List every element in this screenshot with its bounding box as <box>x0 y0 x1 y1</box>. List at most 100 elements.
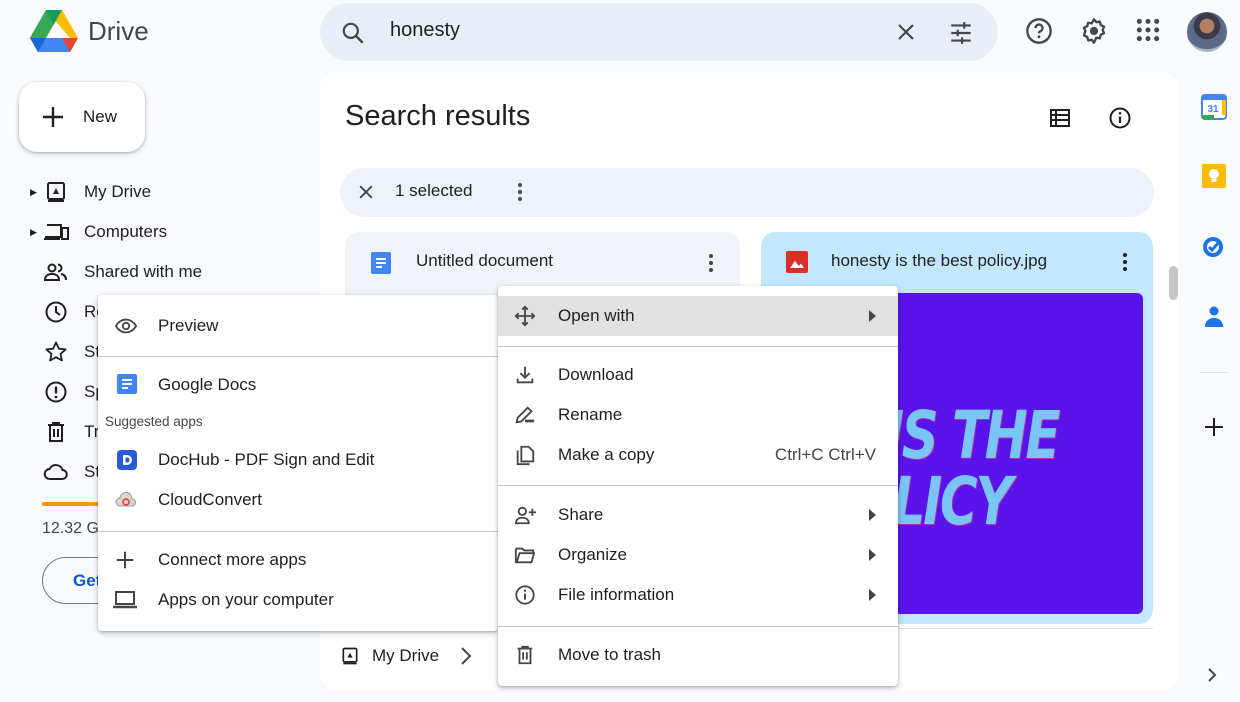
tasks-icon[interactable] <box>1201 233 1227 259</box>
svg-text:31: 31 <box>1207 104 1219 115</box>
search-input[interactable] <box>390 19 790 42</box>
divider <box>1200 372 1228 373</box>
menu-item-download[interactable]: Download <box>498 355 898 395</box>
menu-item-cloudconvert[interactable]: CloudConvert <box>98 480 498 520</box>
expand-caret-icon[interactable]: ▶ <box>30 227 40 238</box>
star-icon <box>45 341 67 362</box>
search-icon[interactable] <box>340 20 366 46</box>
file-more-icon[interactable] <box>1115 251 1135 273</box>
image-file-icon <box>786 251 808 273</box>
menu-item-make-a-copy[interactable]: Make a copy Ctrl+C Ctrl+V <box>498 435 898 475</box>
submenu-arrow-icon <box>869 509 876 521</box>
dochub-icon <box>117 450 137 470</box>
menu-item-preview[interactable]: Preview <box>98 306 498 346</box>
recent-icon <box>45 301 67 323</box>
sidebar-item-starred[interactable]: St <box>30 334 100 370</box>
contacts-icon[interactable] <box>1201 303 1227 329</box>
menu-item-open-with[interactable]: Open with <box>498 296 898 336</box>
new-button[interactable]: New <box>19 82 145 152</box>
trash-icon <box>48 422 64 442</box>
menu-item-move-to-trash[interactable]: Move to trash <box>498 635 898 675</box>
laptop-icon <box>113 591 137 609</box>
sidebar-item-trash[interactable]: Tr <box>30 414 99 450</box>
my-drive-icon <box>47 182 65 202</box>
cloudconvert-icon <box>115 492 136 507</box>
clear-search-icon[interactable] <box>894 20 918 44</box>
file-context-menu: Open with Download Rename Make a copy Ct… <box>498 286 898 686</box>
new-button-label: New <box>83 107 118 126</box>
menu-item-file-information[interactable]: File information <box>498 575 898 615</box>
share-person-add-icon <box>514 506 537 525</box>
eye-icon <box>114 318 138 334</box>
menu-item-apps-on-computer[interactable]: Apps on your computer <box>98 580 498 620</box>
account-avatar[interactable] <box>1187 12 1227 52</box>
keep-icon[interactable] <box>1201 163 1227 189</box>
search-options-icon[interactable] <box>948 20 974 46</box>
submenu-arrow-icon <box>869 549 876 561</box>
google-docs-icon <box>117 374 137 394</box>
menu-item-share[interactable]: Share <box>498 495 898 535</box>
storage-usage-text: 12.32 G <box>42 520 99 537</box>
file-location[interactable]: My Drive <box>340 646 473 666</box>
details-info-icon[interactable] <box>1108 106 1132 130</box>
selection-count: 1 selected <box>395 181 473 200</box>
menu-item-rename[interactable]: Rename <box>498 395 898 435</box>
sidebar-item-storage[interactable]: St <box>30 454 100 490</box>
file-name: honesty is the best policy.jpg <box>831 251 1048 270</box>
spam-icon <box>45 381 67 403</box>
clear-selection-icon[interactable] <box>356 182 376 202</box>
drive-logo[interactable]: Drive <box>30 10 149 52</box>
page-title: Search results <box>345 100 531 132</box>
expand-caret-icon[interactable]: ▶ <box>30 187 40 198</box>
menu-separator <box>498 485 898 486</box>
submenu-arrow-icon <box>869 589 876 601</box>
sidebar-item-my-drive[interactable]: ▶ My Drive <box>30 174 151 210</box>
open-with-icon <box>514 305 536 327</box>
help-icon[interactable] <box>1025 17 1053 45</box>
calendar-icon[interactable]: 31 <box>1201 94 1227 120</box>
list-view-icon[interactable] <box>1048 106 1072 130</box>
file-name: Untitled document <box>416 251 554 270</box>
submenu-arrow-icon <box>869 310 876 322</box>
add-addon-icon[interactable] <box>1201 414 1227 440</box>
copy-icon <box>516 445 535 466</box>
menu-item-connect-more-apps[interactable]: Connect more apps <box>98 540 498 580</box>
trash-icon <box>517 645 533 665</box>
search-bar[interactable] <box>320 3 998 61</box>
menu-separator <box>98 356 498 357</box>
cloud-icon <box>43 464 68 480</box>
menu-separator <box>498 346 898 347</box>
chevron-right-icon <box>461 647 472 665</box>
apps-grid-icon[interactable] <box>1135 17 1161 43</box>
rename-icon <box>515 406 535 424</box>
sidebar-item-shared-with-me[interactable]: Shared with me <box>30 254 202 290</box>
keyboard-shortcut: Ctrl+C Ctrl+V <box>774 445 876 464</box>
selection-bar: 1 selected <box>340 168 1154 217</box>
shared-icon <box>43 263 67 281</box>
folder-open-icon <box>514 547 536 564</box>
download-icon <box>516 366 534 384</box>
more-actions-icon[interactable] <box>510 181 530 203</box>
scrollbar[interactable] <box>1169 266 1178 300</box>
settings-icon[interactable] <box>1080 17 1108 45</box>
menu-item-google-docs[interactable]: Google Docs <box>98 365 498 405</box>
expand-side-panel-icon[interactable] <box>1206 665 1220 685</box>
menu-item-organize[interactable]: Organize <box>498 535 898 575</box>
computers-icon <box>44 224 69 240</box>
menu-separator <box>498 626 898 627</box>
plus-icon <box>43 107 63 127</box>
location-label: My Drive <box>372 646 440 665</box>
menu-item-dochub[interactable]: DocHub - PDF Sign and Edit <box>98 440 498 480</box>
drive-logo-icon <box>30 10 78 52</box>
plus-icon <box>116 551 134 569</box>
my-drive-icon <box>342 647 358 665</box>
file-more-icon[interactable] <box>701 252 721 274</box>
menu-separator <box>98 531 498 532</box>
sidebar-item-computers[interactable]: ▶ Computers <box>30 214 167 250</box>
suggested-apps-header: Suggested apps <box>105 414 203 429</box>
sidebar-item-spam[interactable]: Sp <box>30 374 105 410</box>
sidebar-item-recent[interactable]: Re <box>30 294 106 330</box>
app-name: Drive <box>88 15 149 46</box>
open-with-submenu: Preview Google Docs Suggested apps DocHu… <box>98 295 498 631</box>
google-docs-file-icon <box>371 252 391 274</box>
